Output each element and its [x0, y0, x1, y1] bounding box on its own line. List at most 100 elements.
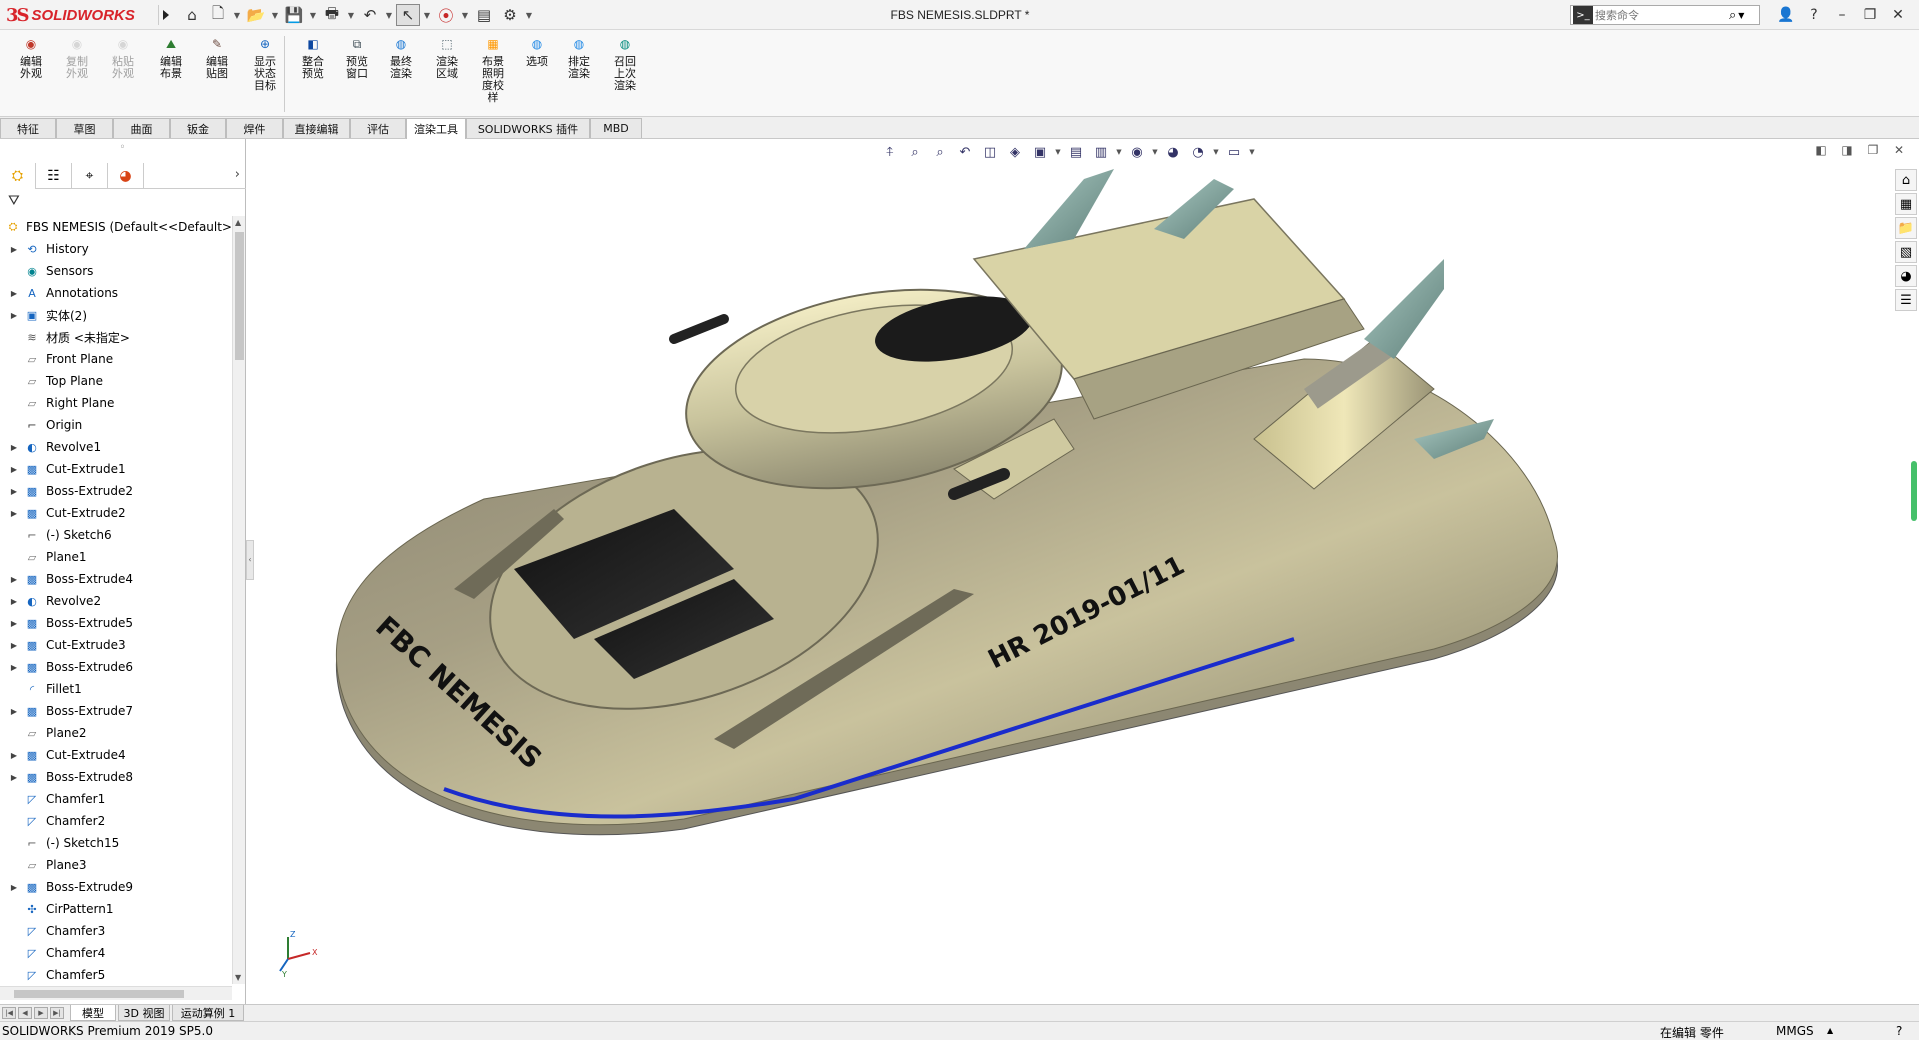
design-library-icon[interactable]: ▦: [1895, 193, 1917, 215]
tree-item[interactable]: ▱ Top Plane: [0, 370, 232, 392]
last-tab-icon[interactable]: ▶|: [50, 1007, 64, 1019]
task-pane-slider[interactable]: [1911, 461, 1917, 521]
apply-scene-icon[interactable]: ◔: [1187, 142, 1209, 162]
tree-item[interactable]: ▶ ▩ Cut-Extrude1: [0, 458, 232, 480]
tree-hscroll-thumb[interactable]: [14, 990, 184, 998]
tree-item[interactable]: ✣ CirPattern1: [0, 898, 232, 920]
expand-arrow-icon[interactable]: ▶: [8, 311, 20, 320]
select-icon[interactable]: ↖: [396, 4, 420, 26]
section-view-icon[interactable]: ◫: [979, 142, 1001, 162]
tree-item[interactable]: ▶ ▩ Boss-Extrude9: [0, 876, 232, 898]
edit-appearance-icon[interactable]: ◕: [1162, 142, 1184, 162]
rebuild-dropdown-icon[interactable]: ▼: [460, 4, 470, 26]
ribbon-button-7[interactable]: ◧ 整合预览: [292, 34, 334, 80]
display-style-dropdown-icon[interactable]: ▼: [1115, 142, 1123, 162]
options-dropdown-icon[interactable]: ▼: [524, 4, 534, 26]
solidworks-resources-icon[interactable]: ⌂: [1895, 169, 1917, 191]
tab-9[interactable]: SOLIDWORKS 插件: [466, 118, 590, 138]
view-orientation-icon[interactable]: ⍏: [879, 142, 901, 162]
scroll-down-icon[interactable]: ▼: [235, 973, 241, 982]
ribbon-button-3[interactable]: ◉ 粘贴外观: [102, 34, 144, 80]
file-properties-icon[interactable]: ▤: [472, 4, 496, 26]
panel-grip[interactable]: ◦: [0, 139, 245, 159]
tree-item[interactable]: ▶ ▩ Boss-Extrude8: [0, 766, 232, 788]
tree-item[interactable]: ≋ 材质 <未指定>: [0, 326, 232, 348]
tree-item[interactable]: ▶ ▩ Boss-Extrude2: [0, 480, 232, 502]
scroll-up-icon[interactable]: ▲: [235, 218, 241, 227]
display-style-icon[interactable]: ▥: [1090, 142, 1112, 162]
tree-item[interactable]: ◸ Chamfer3: [0, 920, 232, 942]
feature-manager-icon[interactable]: ⛭: [0, 163, 36, 189]
tree-item[interactable]: ⌐ (-) Sketch6: [0, 524, 232, 546]
dynamic-annotation-icon[interactable]: ◈: [1004, 142, 1026, 162]
tree-item[interactable]: ◸ Chamfer2: [0, 810, 232, 832]
maximize-icon[interactable]: ❐: [1863, 141, 1883, 159]
custom-properties-icon[interactable]: ☰: [1895, 289, 1917, 311]
search-input[interactable]: [1595, 8, 1725, 22]
tree-item[interactable]: ▶ A Annotations: [0, 282, 232, 304]
tree-scroll-thumb[interactable]: [235, 232, 244, 360]
ribbon-button-2[interactable]: ◉ 复制外观: [56, 34, 98, 80]
3d-view-dropdown-icon[interactable]: ▼: [1054, 142, 1062, 162]
configuration-manager-icon[interactable]: ⌖: [72, 163, 108, 189]
zoom-to-area-icon[interactable]: ⌕: [929, 142, 951, 162]
tree-vertical-scrollbar[interactable]: ▲ ▼: [232, 216, 245, 984]
view-settings-dropdown-icon[interactable]: ▼: [1248, 142, 1256, 162]
status-help-icon[interactable]: ?: [1896, 1024, 1902, 1038]
view-orientation-dd-icon[interactable]: ▤: [1065, 142, 1087, 162]
expand-arrow-icon[interactable]: ▶: [8, 773, 20, 782]
ribbon-button-1[interactable]: ◉ 编辑外观: [10, 34, 52, 80]
expand-arrow-icon[interactable]: ▶: [8, 619, 20, 628]
next-tab-icon[interactable]: ▶: [34, 1007, 48, 1019]
hide-show-dropdown-icon[interactable]: ▼: [1151, 142, 1159, 162]
ribbon-button-11[interactable]: ▦ 布景照明度校样: [472, 34, 514, 104]
expand-arrow-icon[interactable]: ▶: [8, 597, 20, 606]
expand-arrow-icon[interactable]: ▶: [8, 883, 20, 892]
tree-item[interactable]: ▶ ▣ 实体(2): [0, 304, 232, 326]
expand-arrow-icon[interactable]: ▶: [8, 663, 20, 672]
first-tab-icon[interactable]: |◀: [2, 1007, 16, 1019]
undo-icon[interactable]: ↶: [358, 4, 382, 26]
tree-item[interactable]: ⌐ Origin: [0, 414, 232, 436]
tab-2[interactable]: 草图: [56, 118, 113, 138]
tree-item[interactable]: ▶ ▩ Boss-Extrude6: [0, 656, 232, 678]
expand-arrow-icon[interactable]: ▶: [8, 707, 20, 716]
help-icon[interactable]: ?: [1801, 4, 1827, 26]
display-manager-icon[interactable]: ◕: [108, 163, 144, 189]
traffic-light-icon[interactable]: ⦿: [434, 4, 458, 26]
expand-arrow-icon[interactable]: ▶: [8, 575, 20, 584]
close-window-icon[interactable]: ✕: [1885, 4, 1911, 26]
bottom-tab-1[interactable]: 模型: [70, 1005, 116, 1021]
close-icon[interactable]: ✕: [1889, 141, 1909, 159]
expand-arrow-icon[interactable]: ▶: [8, 641, 20, 650]
ribbon-button-5[interactable]: ✎ 编辑贴图: [196, 34, 238, 80]
home-icon[interactable]: ⌂: [180, 4, 204, 26]
ribbon-button-8[interactable]: ⧉ 预览窗口: [336, 34, 378, 80]
tab-1[interactable]: 特征: [0, 118, 56, 138]
search-icon[interactable]: ⌕: [1729, 8, 1736, 23]
ribbon-button-12[interactable]: ◍ 选项: [516, 34, 558, 68]
expand-arrow-icon[interactable]: ▶: [8, 509, 20, 518]
solidworks-logo[interactable]: 3S SOLIDWORKS: [6, 4, 156, 26]
new-document-icon[interactable]: 🗋: [206, 4, 230, 26]
tree-item[interactable]: ▶ ▩ Boss-Extrude7: [0, 700, 232, 722]
zoom-to-fit-icon[interactable]: ⌕: [904, 142, 926, 162]
tree-item[interactable]: ▱ Plane2: [0, 722, 232, 744]
expand-arrow-icon[interactable]: ▶: [8, 245, 20, 254]
3d-view-icon[interactable]: ▣: [1029, 142, 1051, 162]
tree-item[interactable]: ▶ ▩ Cut-Extrude4: [0, 744, 232, 766]
expand-arrow-icon[interactable]: ▶: [8, 289, 20, 298]
tab-8[interactable]: 渲染工具: [406, 118, 466, 139]
tree-item[interactable]: ▱ Plane1: [0, 546, 232, 568]
ribbon-button-14[interactable]: ◍ 召回上次渲染: [604, 34, 646, 92]
menu-expand-arrow[interactable]: [158, 5, 172, 25]
ribbon-button-13[interactable]: ◍ 排定渲染: [558, 34, 600, 80]
tree-item[interactable]: ⛭ FBS NEMESIS (Default<<Default>: [0, 216, 232, 238]
tab-7[interactable]: 评估: [350, 118, 406, 138]
view-settings-icon[interactable]: ▭: [1223, 142, 1245, 162]
unit-system[interactable]: MMGS: [1776, 1024, 1814, 1038]
expand-arrow-icon[interactable]: ▶: [8, 465, 20, 474]
tree-item[interactable]: ◜ Fillet1: [0, 678, 232, 700]
open-icon[interactable]: 📂: [244, 4, 268, 26]
tree-item[interactable]: ▶ ◐ Revolve1: [0, 436, 232, 458]
